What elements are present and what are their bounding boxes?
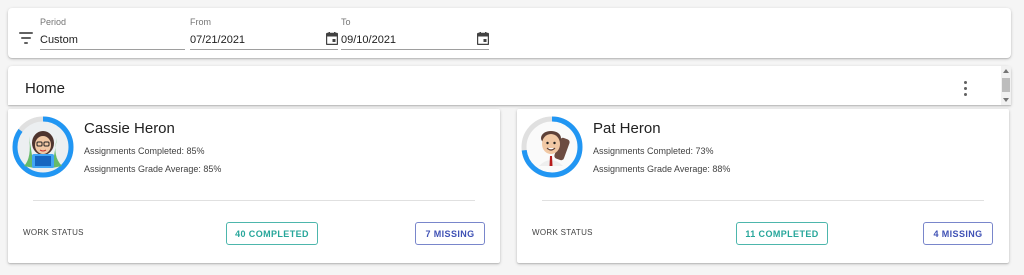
assignments-completed: Assignments Completed: 85% [84,146,205,156]
student-card: Cassie Heron Assignments Completed: 85% … [8,109,500,263]
work-status-label: WORK STATUS [532,228,593,237]
from-underline [190,49,338,50]
from-label: From [190,17,211,27]
home-header: Home [8,66,1011,105]
page-title: Home [25,80,66,97]
work-status-label: WORK STATUS [23,228,84,237]
more-options-icon[interactable] [963,81,969,97]
period-underline [40,49,185,50]
assignments-completed: Assignments Completed: 73% [593,146,714,156]
scrollbar[interactable] [1001,66,1011,105]
completed-button[interactable]: 40 COMPLETED [226,222,318,245]
grade-average: Assignments Grade Average: 85% [84,164,222,174]
to-date-input[interactable] [341,32,473,48]
completed-button[interactable]: 11 COMPLETED [736,222,828,245]
to-date-field[interactable]: To [341,8,489,58]
from-date-field[interactable]: From [190,8,338,58]
period-label: Period [40,17,67,27]
filter-bar: Period From To [8,8,1011,58]
from-date-input[interactable] [190,32,322,48]
divider [542,200,984,201]
filter-icon[interactable] [19,32,33,44]
avatar[interactable] [521,116,583,178]
missing-button[interactable]: 7 MISSING [415,222,485,245]
avatar[interactable] [12,116,74,178]
student-name[interactable]: Pat Heron [593,120,661,137]
student-card: Pat Heron Assignments Completed: 73% Ass… [517,109,1009,263]
grade-average: Assignments Grade Average: 88% [593,164,731,174]
scroll-up-arrow-icon[interactable] [1003,69,1009,73]
calendar-icon[interactable] [326,32,338,45]
to-underline [341,49,489,50]
period-field[interactable]: Period [40,8,185,58]
student-name[interactable]: Cassie Heron [84,120,175,137]
divider [33,200,475,201]
scroll-down-arrow-icon[interactable] [1003,98,1009,102]
calendar-icon[interactable] [477,32,489,45]
period-input[interactable] [40,32,185,48]
scrollbar-thumb[interactable] [1002,78,1010,92]
missing-button[interactable]: 4 MISSING [923,222,993,245]
to-label: To [341,17,351,27]
